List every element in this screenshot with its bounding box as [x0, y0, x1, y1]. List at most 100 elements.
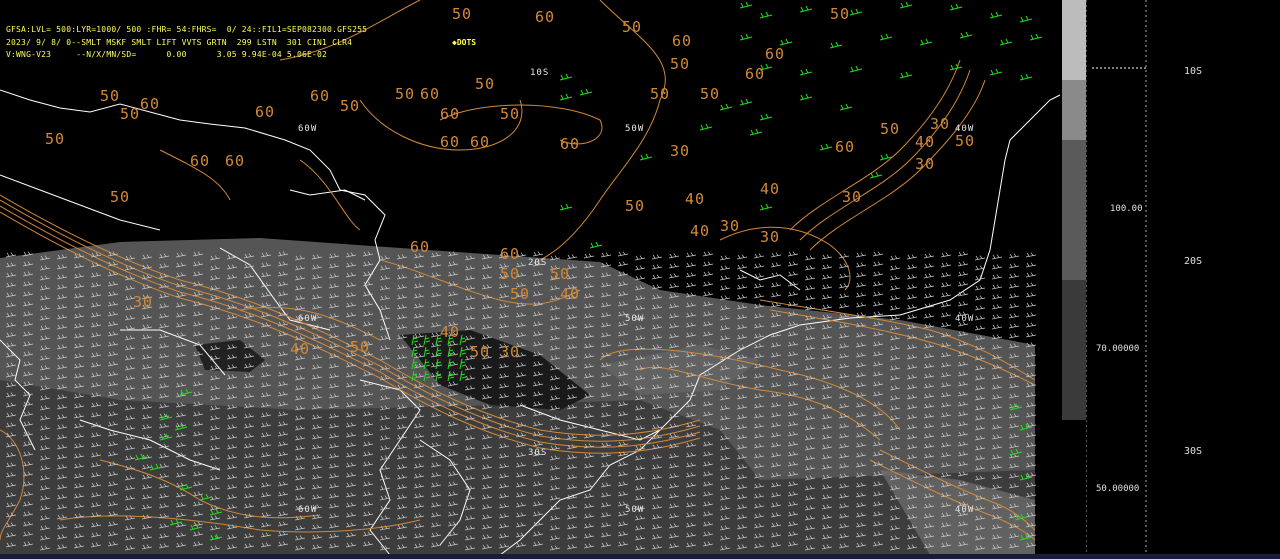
wind-barb — [702, 291, 714, 297]
wind-barb — [872, 251, 884, 257]
wind-barb — [1008, 333, 1020, 339]
contour-label: 30 — [133, 293, 154, 311]
wind-barb — [1025, 252, 1037, 258]
lon-label: 50W — [625, 314, 645, 324]
wind-barb — [855, 272, 867, 278]
scale-tick: 100.00 — [1110, 204, 1143, 214]
gempak-display: GFSA:LVL= 500:LYR=1000/ 500 :FHR= 54:FHR… — [0, 0, 1280, 559]
lon-label: 60W — [298, 505, 318, 515]
wind-barb — [702, 271, 714, 277]
wind-barb-strong — [879, 33, 893, 41]
wind-barb-strong — [899, 1, 913, 9]
wind-barb — [821, 284, 833, 290]
contour-label: 60 — [420, 85, 441, 103]
wind-barb — [940, 312, 952, 318]
wind-barb-strong — [959, 31, 973, 39]
wind-barb-strong — [849, 65, 863, 73]
contour-label: 50 — [955, 132, 976, 150]
wind-barb-strong — [559, 73, 573, 81]
lon-label: 60W — [298, 124, 318, 134]
wind-barb — [906, 254, 918, 260]
wind-barb-strong — [799, 68, 813, 76]
wind-barb — [991, 324, 1003, 330]
header-line-1: GFSA:LVL= 500:LYR=1000/ 500 :FHR= 54:FHR… — [6, 25, 368, 34]
wind-barb — [889, 285, 901, 291]
wind-barb — [991, 284, 1003, 290]
wind-barb — [889, 305, 901, 311]
wind-barb — [702, 261, 714, 267]
wind-barb — [872, 271, 884, 277]
wind-barb — [855, 292, 867, 298]
wind-barb-strong — [559, 93, 573, 101]
contour-label: 50 — [500, 105, 521, 123]
contour-label: 30 — [842, 188, 863, 206]
wind-barb-strong — [739, 98, 753, 106]
header-line-2: 2023/ 9/ 8/ 0--SMLT MSKF SMLT LIFT VVTS … — [6, 38, 353, 47]
contour-label: 50 — [625, 197, 646, 215]
wind-barb — [940, 252, 952, 258]
wind-barb — [974, 285, 986, 291]
wind-barb — [753, 263, 765, 269]
wind-barb — [821, 254, 833, 260]
wind-barb — [1025, 262, 1037, 268]
contour-label: 60 — [140, 95, 161, 113]
scale-lat-label: 30S — [1184, 446, 1203, 457]
contour-label: 60 — [765, 45, 786, 63]
contour-label: 60 — [745, 65, 766, 83]
wind-barb — [1025, 272, 1037, 278]
map-panel[interactable]: GFSA:LVL= 500:LYR=1000/ 500 :FHR= 54:FHR… — [0, 0, 1062, 559]
wind-barb-strong — [739, 33, 753, 41]
wind-barb — [889, 275, 901, 281]
scale-guides — [1086, 0, 1147, 559]
map-canvas — [0, 0, 1061, 556]
wind-barb-strong — [719, 103, 733, 111]
wind-barb — [634, 265, 646, 271]
wind-barb-strong — [999, 38, 1013, 46]
contour-label: 50 — [350, 338, 371, 356]
wind-barb-strong — [699, 123, 713, 131]
wind-barb — [923, 313, 935, 319]
wind-barb — [804, 265, 816, 271]
wind-barb — [821, 264, 833, 270]
wind-barb — [940, 282, 952, 288]
wind-barb — [1008, 323, 1020, 329]
contour-label: 50 — [120, 105, 141, 123]
wind-barb — [532, 251, 544, 257]
contour-label: 30 — [500, 343, 521, 361]
wind-barb — [566, 254, 578, 260]
wind-barb — [957, 281, 969, 287]
scale-tick: 50.00000 — [1096, 484, 1140, 494]
wind-barb — [974, 295, 986, 301]
wind-barb — [804, 255, 816, 261]
wind-barb — [719, 275, 731, 281]
contour-label: 50 — [100, 87, 121, 105]
contour-label: 60 — [470, 133, 491, 151]
bottom-strip — [0, 554, 1280, 559]
wind-barb — [838, 253, 850, 259]
wind-barb — [736, 274, 748, 280]
wind-barb — [787, 251, 799, 257]
contour-label: 50 — [452, 5, 473, 23]
wind-barb — [1025, 302, 1037, 308]
lon-label: 60W — [298, 314, 318, 324]
contour-label: 50 — [830, 5, 851, 23]
wind-barb-strong — [899, 71, 913, 79]
contour-label: 40 — [685, 190, 706, 208]
wind-barb — [753, 293, 765, 299]
contour-label: 50 — [550, 265, 571, 283]
contour-label: 40 — [440, 323, 461, 341]
wind-barb — [991, 254, 1003, 260]
wind-barb — [617, 251, 629, 257]
wind-barb — [923, 293, 935, 299]
wind-barb-strong — [919, 38, 933, 46]
dots-button[interactable]: ◆DOTS — [452, 38, 476, 47]
wind-barb-strong — [1019, 73, 1033, 81]
colorbar-segment-4 — [1062, 280, 1086, 420]
wind-barb — [651, 254, 663, 260]
colorbar-segment-3 — [1062, 140, 1086, 280]
wind-barb — [906, 264, 918, 270]
wind-barb — [957, 301, 969, 307]
wind-barb — [719, 255, 731, 261]
contour-label: 40 — [915, 133, 936, 151]
contour-label: 50 — [110, 188, 131, 206]
